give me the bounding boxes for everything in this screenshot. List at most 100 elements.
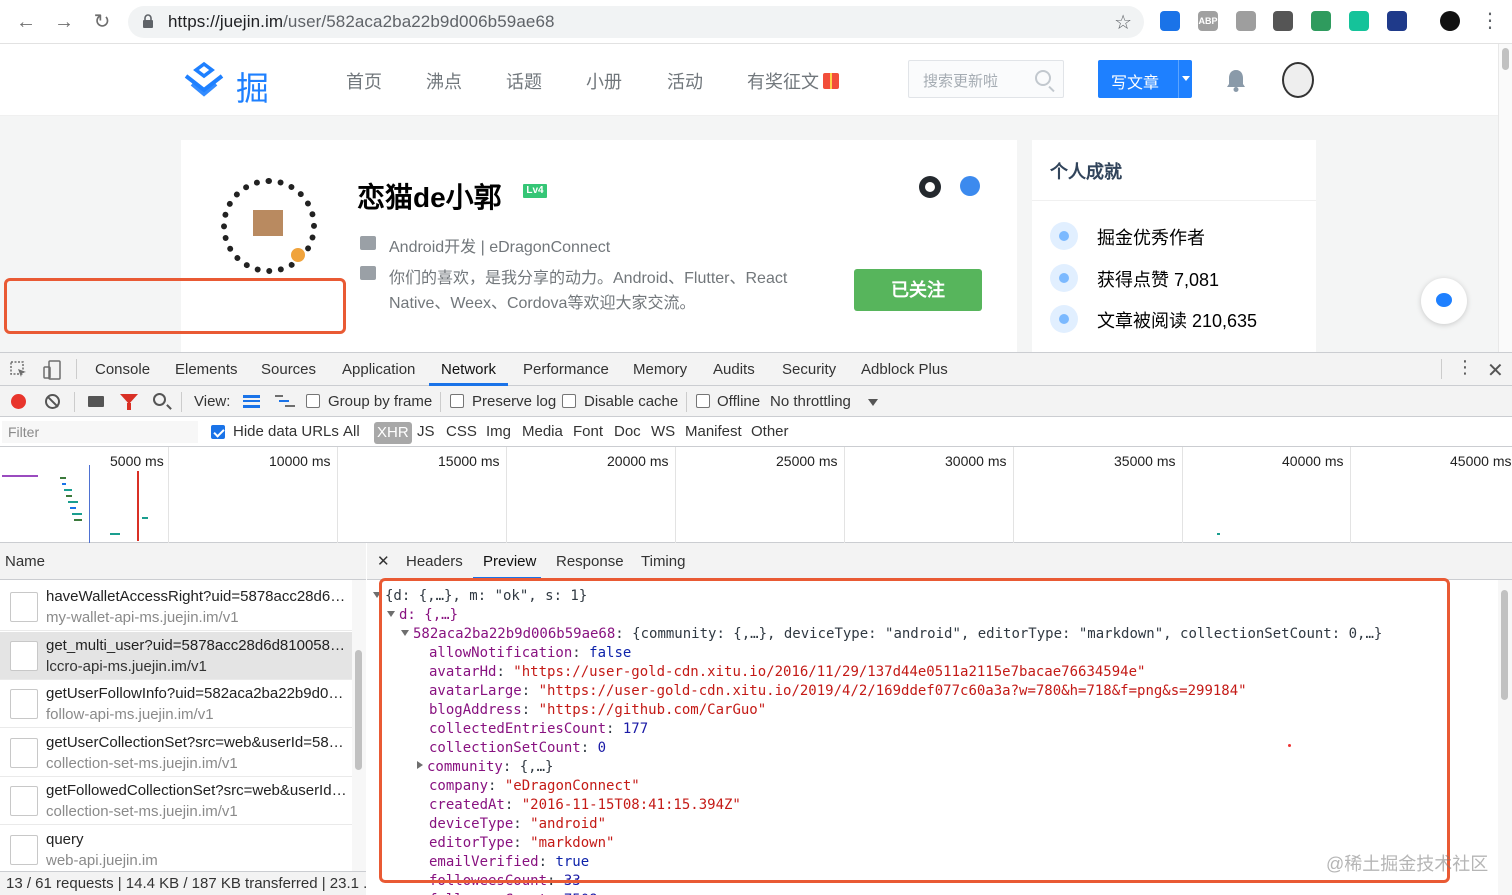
tab-elements[interactable]: Elements [175, 361, 238, 378]
filter-icon[interactable] [120, 394, 138, 410]
filter-type-doc[interactable]: Doc [614, 423, 641, 440]
network-status-bar: 13 / 61 requests | 14.4 KB / 187 KB tran… [0, 871, 376, 895]
ext-cookie-icon[interactable] [1273, 11, 1293, 31]
group-by-frame-checkbox[interactable] [306, 394, 320, 408]
write-article-button[interactable]: 写文章 [1098, 60, 1192, 98]
separator [74, 392, 75, 412]
url-path: /user/582aca2ba22b9d006b59ae68 [283, 12, 555, 31]
separator [1441, 359, 1442, 379]
ext-abp-icon[interactable]: ABP [1198, 11, 1218, 31]
request-domain: collection-set-ms.juejin.im/v1 [46, 803, 238, 820]
filter-type-other[interactable]: Other [751, 423, 789, 440]
filter-type-xhr[interactable]: XHR [374, 422, 412, 444]
nav-contest[interactable]: 有奖征文 [747, 68, 839, 94]
detail-tab-response[interactable]: Response [556, 553, 624, 570]
tab-console[interactable]: Console [95, 361, 150, 378]
globe-icon[interactable] [960, 176, 980, 196]
nav-events[interactable]: 活动 [667, 68, 703, 94]
forward-icon[interactable]: → [52, 10, 76, 34]
filter-type-js[interactable]: JS [417, 423, 435, 440]
filter-input[interactable]: Filter [2, 421, 198, 443]
ext-vue-icon[interactable] [1311, 11, 1331, 31]
record-icon[interactable] [11, 394, 26, 409]
offline-checkbox[interactable] [696, 394, 710, 408]
request-row[interactable]: getFollowedCollectionSet?src=web&userId=… [0, 777, 352, 825]
bell-icon[interactable] [1225, 68, 1247, 92]
close-icon[interactable]: ✕ [1487, 358, 1504, 383]
back-icon[interactable]: ← [14, 10, 38, 34]
ext-profile-icon[interactable] [1440, 11, 1460, 31]
request-name: get_multi_user?uid=5878acc28d6d810058b6d… [46, 636, 348, 654]
profile-bio-line1: 你们的喜欢，是我分享的动力。Android、Flutter、React [389, 270, 788, 287]
close-icon[interactable]: ✕ [377, 552, 390, 570]
search-icon[interactable] [1035, 70, 1051, 86]
address-url[interactable]: https://juejin.im/user/582aca2ba22b9d006… [168, 12, 555, 32]
reload-icon[interactable]: ↻ [90, 10, 114, 34]
detail-tab-headers[interactable]: Headers [406, 553, 463, 570]
browser-menu-icon[interactable]: ⋮ [1480, 8, 1500, 33]
requests-scrollbar-thumb[interactable] [355, 650, 362, 770]
page-scrollbar[interactable] [1498, 44, 1512, 353]
network-overview-timeline[interactable]: 5000 ms 10000 ms 15000 ms 20000 ms 25000 ms 3… [0, 447, 1512, 543]
filter-type-manifest[interactable]: Manifest [685, 423, 742, 440]
write-article-label: 写文章 [1111, 75, 1160, 92]
filter-type-ws[interactable]: WS [651, 423, 675, 440]
name-column-header[interactable]: Name [5, 553, 45, 570]
search-icon[interactable] [153, 393, 166, 406]
filter-type-css[interactable]: CSS [446, 423, 477, 440]
tab-adblock-plus[interactable]: Adblock Plus [861, 361, 948, 378]
large-rows-icon[interactable] [243, 395, 260, 408]
clear-icon[interactable] [45, 394, 60, 409]
tab-memory[interactable]: Memory [633, 361, 687, 378]
inspect-element-icon[interactable] [10, 361, 28, 379]
tab-network[interactable]: Network [441, 361, 496, 378]
request-row[interactable]: get_multi_user?uid=5878acc28d6d810058b6d… [0, 631, 352, 680]
tab-security[interactable]: Security [782, 361, 836, 378]
preserve-log-checkbox[interactable] [450, 394, 464, 408]
tab-audits[interactable]: Audits [713, 361, 755, 378]
tab-sources[interactable]: Sources [261, 361, 316, 378]
nav-topics[interactable]: 话题 [506, 68, 542, 94]
preview-scrollbar-thumb[interactable] [1501, 590, 1508, 700]
filter-type-media[interactable]: Media [522, 423, 563, 440]
request-row[interactable]: getUserFollowInfo?uid=582aca2ba22b9d006b… [0, 680, 352, 728]
juejin-logo[interactable]: 掘金 [180, 58, 300, 155]
tab-performance[interactable]: Performance [523, 361, 609, 378]
detail-tab-preview[interactable]: Preview [483, 553, 536, 570]
user-avatar[interactable] [1282, 62, 1314, 98]
tab-application[interactable]: Application [342, 361, 415, 378]
filter-type-img[interactable]: Img [486, 423, 511, 440]
bookmark-star-icon[interactable]: ☆ [1114, 10, 1132, 35]
ext-dict-icon[interactable] [1387, 11, 1407, 31]
ext-save-icon[interactable] [1160, 11, 1180, 31]
chevron-down-icon[interactable] [868, 399, 878, 406]
filter-type-all[interactable]: All [343, 423, 360, 440]
filter-type-font[interactable]: Font [573, 423, 603, 440]
chat-bubble-icon[interactable] [1421, 278, 1467, 324]
requests-scrollbar[interactable] [352, 580, 366, 871]
nav-books[interactable]: 小册 [586, 68, 622, 94]
detail-tab-timing[interactable]: Timing [641, 553, 685, 570]
disable-cache-checkbox[interactable] [562, 394, 576, 408]
github-icon[interactable] [919, 176, 941, 198]
device-toolbar-icon[interactable] [42, 360, 62, 380]
request-row[interactable]: getUserCollectionSet?src=web&userId=5878… [0, 729, 352, 777]
devtools-menu-icon[interactable]: ⋮ [1456, 357, 1474, 378]
nav-pins[interactable]: 沸点 [426, 68, 462, 94]
hide-data-urls-checkbox[interactable] [211, 425, 225, 439]
address-bar[interactable]: https://juejin.im/user/582aca2ba22b9d006… [128, 6, 1144, 38]
juejin-search-input[interactable]: 搜索更新啦 [908, 60, 1064, 98]
screenshot-camera-icon[interactable] [88, 396, 104, 407]
throttling-select[interactable]: No throttling [770, 393, 851, 410]
ext-org-icon[interactable] [1236, 11, 1256, 31]
request-row[interactable]: query web-api.juejin.im [0, 826, 352, 874]
nav-home[interactable]: 首页 [346, 68, 382, 94]
page-scrollbar-thumb[interactable] [1502, 48, 1509, 70]
request-row[interactable]: haveWalletAccessRight?uid=5878acc28d6d81… [0, 583, 352, 631]
preview-scrollbar[interactable] [1498, 580, 1512, 895]
ext-grammarly-icon[interactable] [1349, 11, 1369, 31]
follow-button[interactable]: 已关注 [854, 269, 982, 311]
timeline-bar [142, 517, 148, 519]
waterfall-icon[interactable] [275, 394, 295, 409]
chevron-down-icon[interactable] [1182, 76, 1190, 81]
